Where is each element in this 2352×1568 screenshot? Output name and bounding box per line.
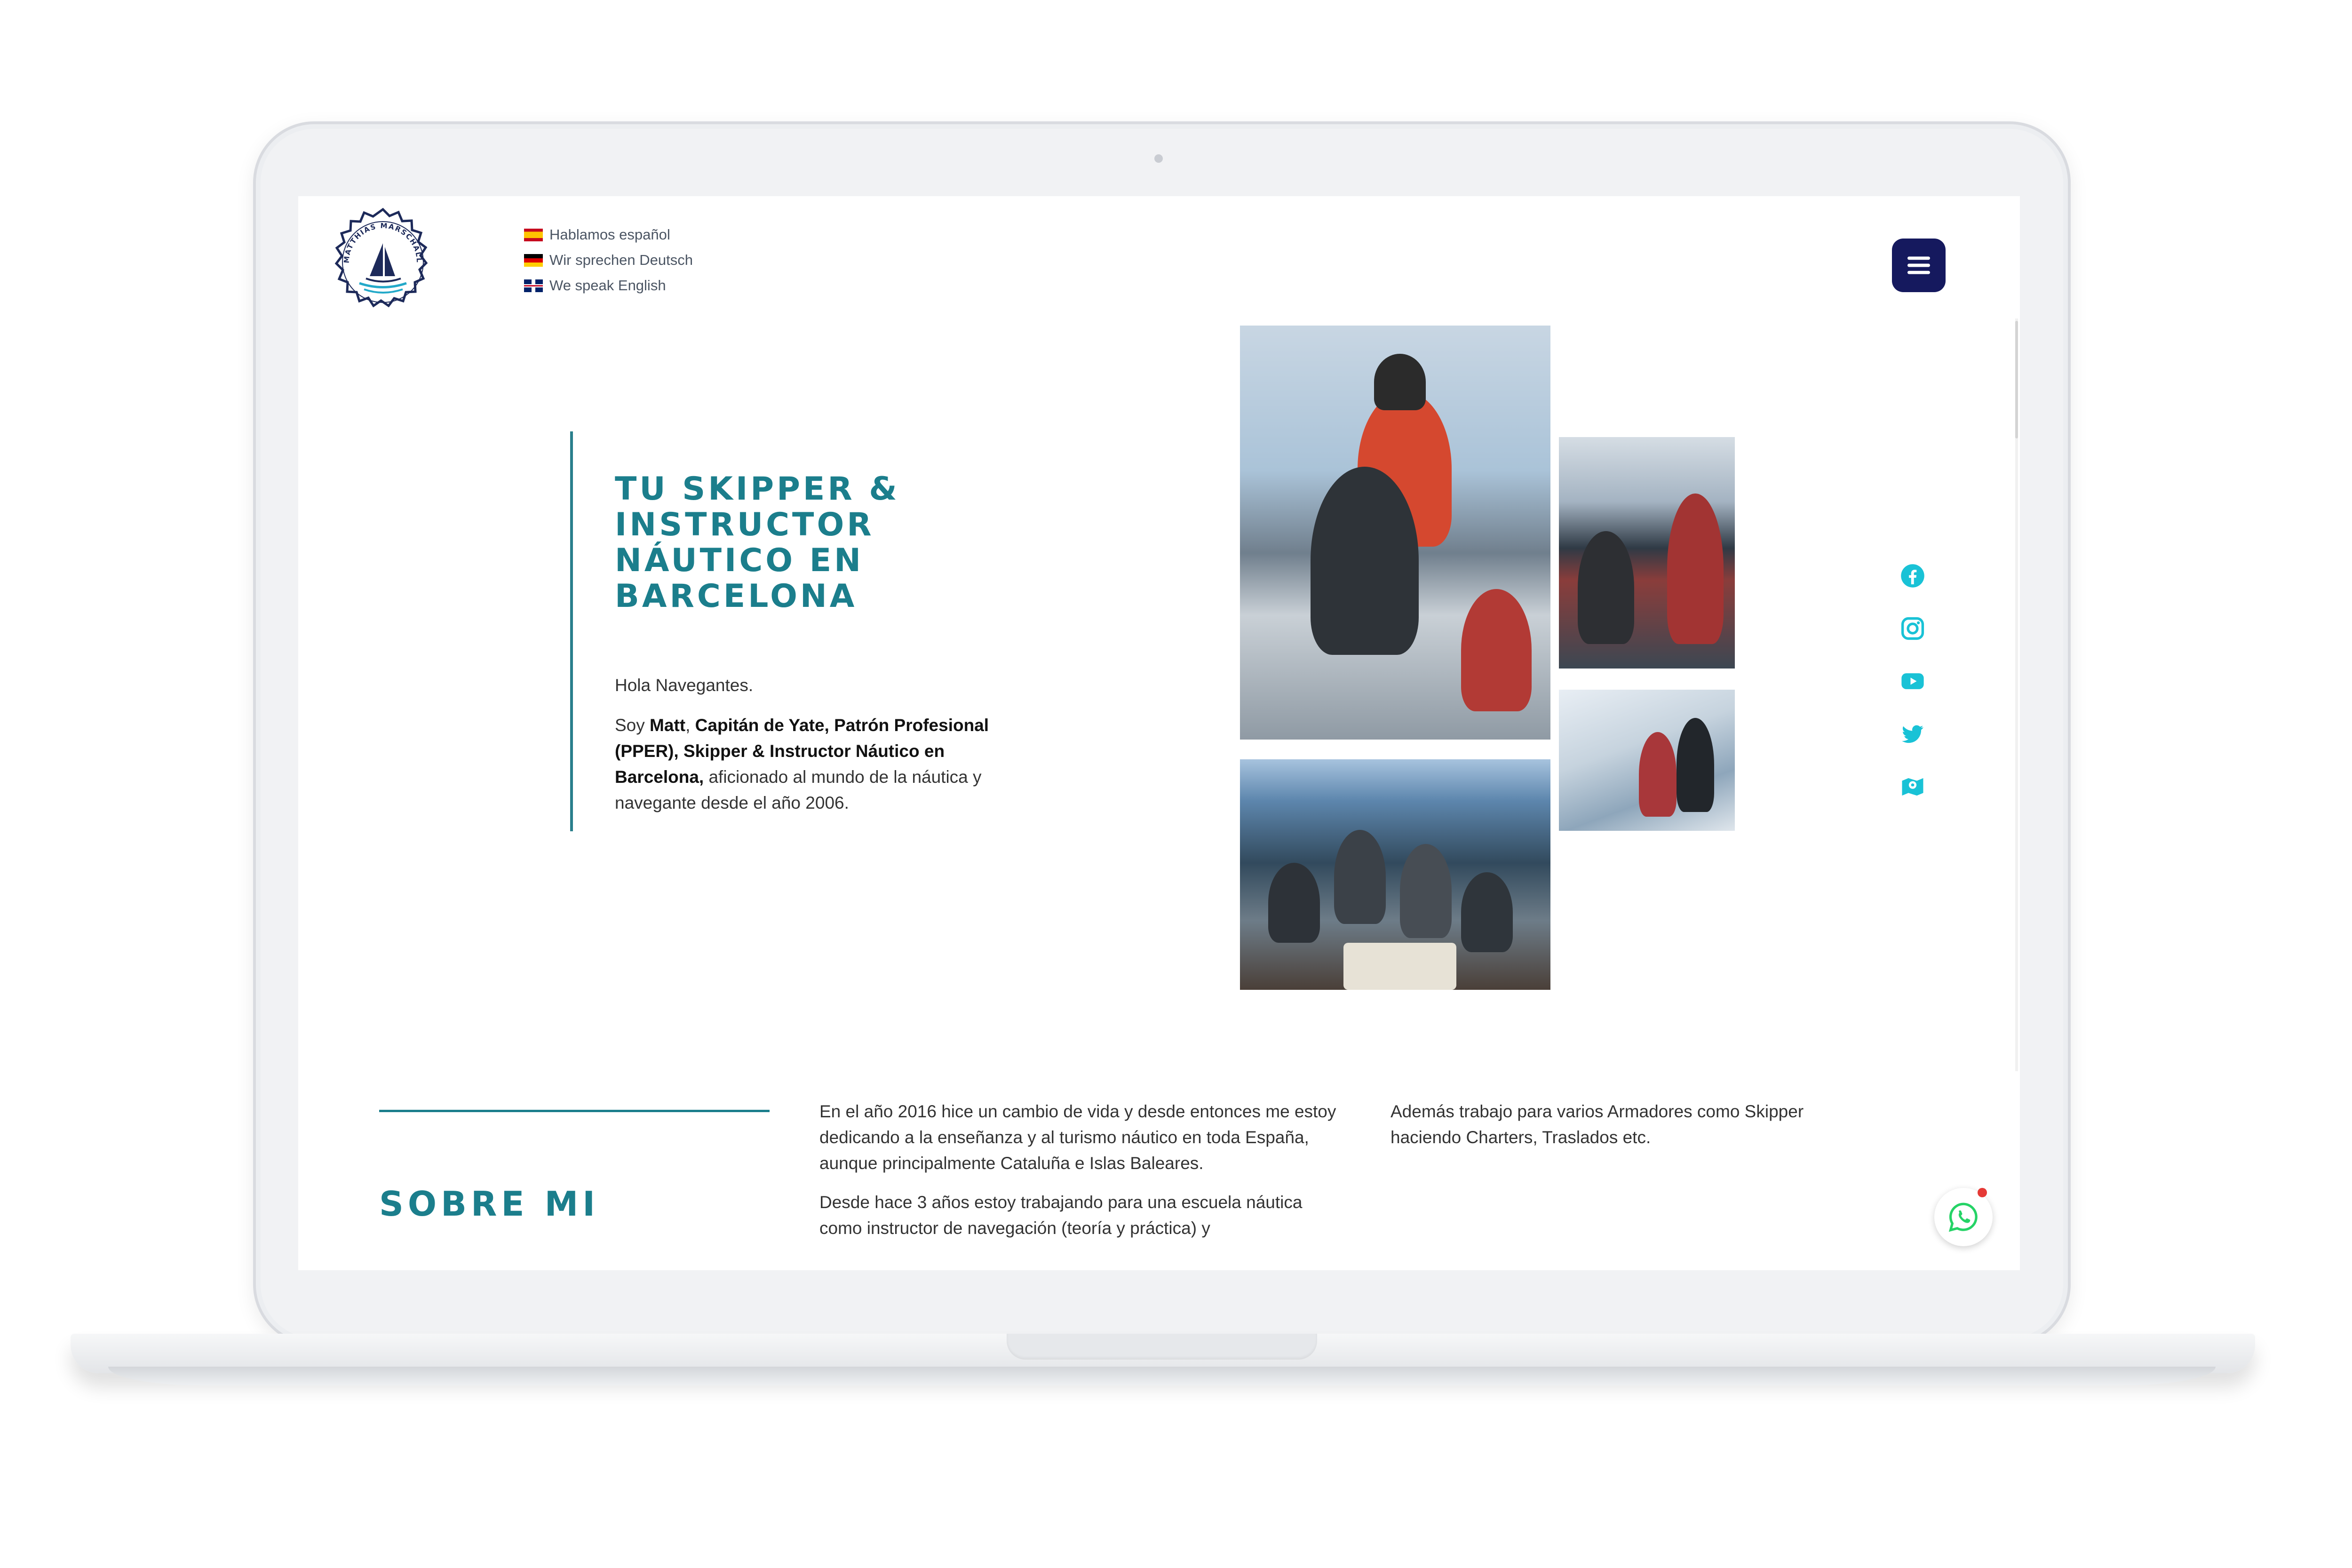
photo-group-selfie: [1240, 759, 1550, 990]
language-label: We speak English: [549, 277, 666, 294]
about-title: SOBRE MI: [379, 1184, 600, 1224]
about-paragraph: Además trabajo para varios Armadores com…: [1391, 1102, 1804, 1147]
language-list: Hablamos español Wir sprechen Deutsch We…: [524, 222, 759, 298]
facebook-icon[interactable]: [1900, 563, 1925, 589]
laptop-base-shadow: [108, 1367, 2216, 1385]
photo-skipper-at-helm: [1240, 326, 1550, 740]
language-item-de[interactable]: Wir sprechen Deutsch: [524, 247, 759, 273]
about-paragraph: En el año 2016 hice un cambio de vida y …: [819, 1102, 1336, 1173]
language-item-es[interactable]: Hablamos español: [524, 222, 759, 247]
menu-button[interactable]: [1892, 239, 1946, 292]
hero-greeting: Hola Navegantes.: [615, 676, 754, 695]
hero-accent-line: [570, 431, 573, 831]
es-flag-icon: [524, 228, 543, 241]
whatsapp-icon: [1948, 1202, 1978, 1232]
instagram-icon[interactable]: [1900, 616, 1925, 641]
map-icon[interactable]: [1900, 774, 1925, 799]
language-label: Wir sprechen Deutsch: [549, 252, 693, 268]
hero-text: Hola Navegantes. Soy Matt, Capitán de Ya…: [615, 672, 1038, 830]
about-paragraph: Desde hace 3 años estoy trabajando para …: [819, 1193, 1303, 1238]
youtube-icon[interactable]: [1900, 669, 1925, 694]
browser-viewport: MATTHIAS MARSCHALL Hablamos español Wir …: [298, 196, 2020, 1270]
about-column-2: Además trabajo para varios Armadores com…: [1391, 1098, 1870, 1150]
notification-dot: [1978, 1188, 1987, 1197]
language-label: Hablamos español: [549, 226, 670, 243]
social-links: [1898, 563, 1928, 799]
hamburger-menu-icon: [1907, 256, 1930, 274]
laptop-camera: [1154, 154, 1163, 163]
twitter-icon[interactable]: [1900, 721, 1925, 747]
about-accent-line: [379, 1110, 770, 1112]
scrollbar-thumb[interactable]: [2015, 321, 2018, 438]
hero-title: TU SKIPPER & INSTRUCTOR NÁUTICO EN BARCE…: [615, 470, 900, 615]
site-logo[interactable]: MATTHIAS MARSCHALL: [326, 206, 439, 318]
photo-crew-on-deck: [1559, 437, 1735, 669]
photo-sailing-heeled: [1559, 690, 1735, 831]
uk-flag-icon: [524, 279, 543, 292]
laptop-notch: [1007, 1334, 1317, 1360]
de-flag-icon: [524, 254, 543, 267]
about-column-1: En el año 2016 hice un cambio de vida y …: [819, 1098, 1337, 1254]
language-item-en[interactable]: We speak English: [524, 273, 759, 298]
hero-intro: Soy Matt, Capitán de Yate, Patrón Profes…: [615, 716, 989, 812]
